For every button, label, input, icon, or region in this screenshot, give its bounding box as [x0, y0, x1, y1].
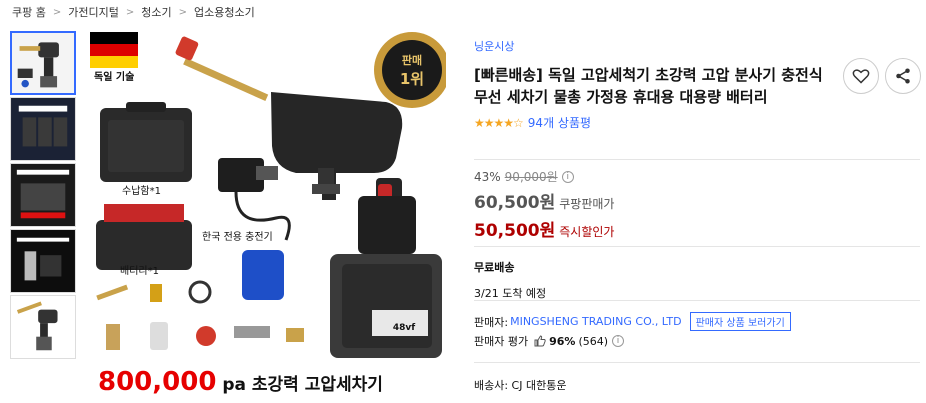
nozzle-accessory-icon	[196, 326, 216, 346]
product-main-image[interactable]: 독일 기술 48vf 판매 1위 수납함*1 한국 전용 충전기 배터리*1 8…	[86, 28, 446, 403]
banner-number-value: 800,000	[98, 367, 216, 397]
review-count-link[interactable]: 94개 상품평	[528, 114, 591, 131]
action-buttons	[843, 58, 921, 94]
breadcrumb-vacuum[interactable]: 청소기	[141, 4, 171, 20]
seller-rating-label: 판매자 평가	[474, 335, 529, 348]
star-rating-icon: ★★★★☆	[474, 115, 524, 130]
share-icon	[896, 68, 910, 84]
seller-rating-pct: 96%	[549, 334, 576, 348]
brand-link[interactable]: 닝운시상	[474, 38, 920, 54]
original-price: 90,000원	[504, 170, 558, 184]
breadcrumb-separator: >	[125, 6, 135, 18]
breadcrumb-home[interactable]: 쿠팡 홈	[12, 4, 46, 20]
coupler-accessory-icon	[286, 328, 304, 342]
seller-rating-count: (564)	[578, 334, 609, 348]
charger-label: 한국 전용 충전기	[202, 231, 273, 243]
thumbnail-1[interactable]	[10, 31, 76, 95]
shipping-info: 무료배송 3/21 도착 예정	[474, 259, 546, 301]
product-title: [빠른배송] 독일 고압세척기 초강력 고압 분사기 충전식 무선 세차기 물총…	[474, 66, 823, 106]
discount-rate: 43%	[474, 169, 501, 184]
storage-case-icon	[100, 102, 192, 182]
seller-label: 판매자:	[474, 315, 509, 329]
instant-price-label: 즉시할인가	[559, 225, 615, 239]
discount-row: 43% 90,000원 i	[474, 168, 920, 185]
seller-info-icon[interactable]: i	[612, 335, 625, 347]
nozzle-tip-icon	[234, 326, 270, 338]
divider	[474, 159, 920, 160]
thumbnail-4[interactable]	[10, 229, 76, 293]
instant-price-row: 50,500원 즉시할인가	[474, 216, 920, 241]
delivery-company: 배송사: CJ 대한통운	[474, 379, 567, 392]
share-button[interactable]	[885, 58, 921, 94]
coupang-price: 60,500원	[474, 193, 556, 213]
badge-top-text: 판매	[402, 53, 422, 67]
battery-label: 배터리*1	[120, 265, 159, 277]
price-section: 43% 90,000원 i 60,500원 쿠팡판매가 50,500원 즉시할인…	[474, 168, 920, 242]
breadcrumb: 쿠팡 홈 > 가전디지털 > 청소기 > 업소용청소기	[12, 4, 255, 20]
bottle-accessory-icon	[150, 322, 168, 350]
battery-voltage: 48vf	[393, 323, 415, 333]
germany-label: 독일 기술	[94, 70, 134, 83]
thumbnail-gallery	[10, 31, 76, 361]
bucket-icon	[242, 250, 284, 300]
rating-row: ★★★★☆ 94개 상품평	[474, 114, 920, 131]
badge-rank-text: 1위	[400, 70, 424, 88]
banner-text: pa 초강력 고압세차기	[216, 374, 383, 395]
breadcrumb-business-vacuum[interactable]: 업소용청소기	[194, 4, 255, 20]
coupang-price-label: 쿠팡판매가	[559, 197, 615, 211]
adapter-accessory-icon	[106, 324, 120, 350]
seller-row: 판매자: MINGSHENG TRADING CO., LTD 판매자 상품 보…	[474, 312, 791, 331]
wishlist-button[interactable]	[843, 58, 879, 94]
breadcrumb-digital[interactable]: 가전디지털	[68, 4, 119, 20]
case-label: 수납함*1	[122, 185, 161, 197]
price-info-icon[interactable]: i	[561, 170, 574, 183]
thumbs-up-icon	[534, 335, 546, 347]
seller-name-link[interactable]: MINGSHENG TRADING CO., LTD	[510, 315, 682, 328]
battery-icon	[96, 204, 192, 270]
thumbnail-2[interactable]	[10, 97, 76, 161]
divider	[474, 246, 920, 247]
coupang-price-row: 60,500원 쿠팡판매가	[474, 188, 920, 213]
breadcrumb-separator: >	[178, 6, 188, 18]
free-shipping-label: 무료배송	[474, 261, 515, 274]
instant-price: 50,500원	[474, 221, 556, 241]
divider	[474, 300, 920, 301]
thumbnail-3[interactable]	[10, 163, 76, 227]
divider	[474, 362, 920, 363]
seller-products-button[interactable]: 판매자 상품 보러가기	[689, 312, 791, 331]
thumbnail-5[interactable]	[10, 295, 76, 359]
heart-icon	[852, 69, 870, 84]
arrival-date: 3/21 도착 예정	[474, 287, 547, 300]
germany-flag-icon	[90, 32, 138, 68]
seller-rating-row: 판매자 평가 96% (564) i	[474, 333, 625, 349]
breadcrumb-separator: >	[52, 6, 62, 18]
connector-accessory-icon	[150, 284, 162, 302]
